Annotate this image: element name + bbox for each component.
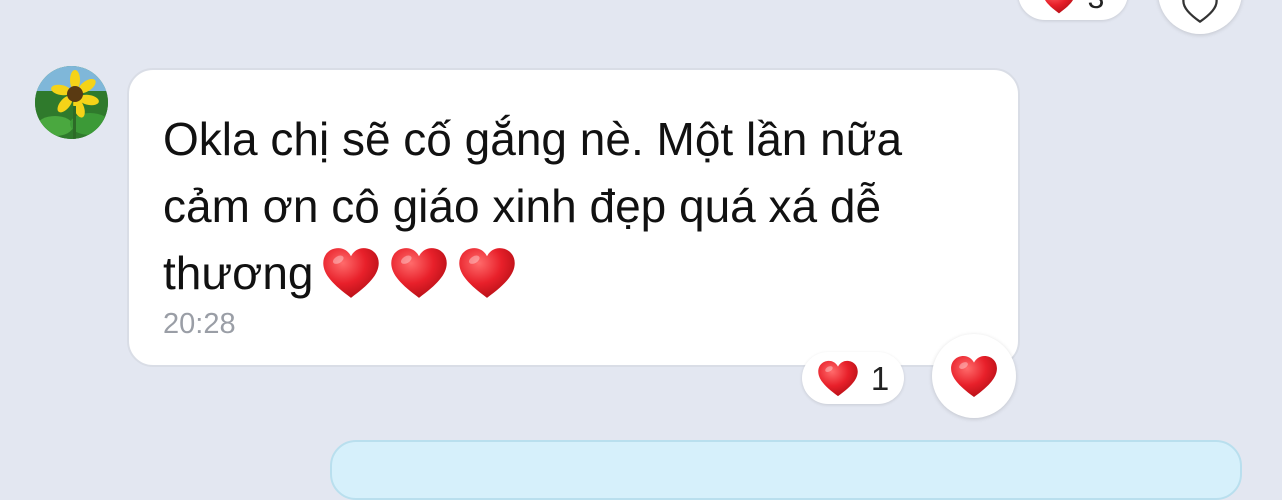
previous-reaction-pill[interactable]: 3	[1018, 0, 1128, 20]
red-heart-emoji-2	[390, 247, 448, 299]
react-heart-button[interactable]	[932, 334, 1016, 418]
emoji-group	[322, 247, 516, 299]
sunflower-avatar	[35, 66, 108, 139]
message-bubble[interactable]: Okla chị sẽ cố gắng nè. Một lần nữa cảm …	[127, 68, 1020, 367]
message-text: Okla chị sẽ cố gắng nè. Một lần nữa cảm …	[163, 113, 903, 299]
message-body: Okla chị sẽ cố gắng nè. Một lần nữa cảm …	[163, 106, 993, 307]
previous-reaction-count: 3	[1088, 0, 1105, 14]
red-heart-icon	[817, 360, 859, 397]
next-outgoing-bubble[interactable]	[330, 440, 1242, 500]
reaction-pill[interactable]: 1	[802, 352, 904, 404]
red-heart-emoji-1	[322, 247, 380, 299]
red-heart-emoji-3	[458, 247, 516, 299]
red-heart-icon	[1042, 0, 1076, 14]
heart-outline-icon	[1182, 0, 1218, 23]
red-heart-icon	[950, 355, 998, 398]
previous-react-button[interactable]	[1158, 0, 1242, 34]
sender-avatar[interactable]	[35, 66, 108, 139]
reaction-count: 1	[870, 359, 890, 397]
message-timestamp: 20:28	[163, 308, 236, 340]
